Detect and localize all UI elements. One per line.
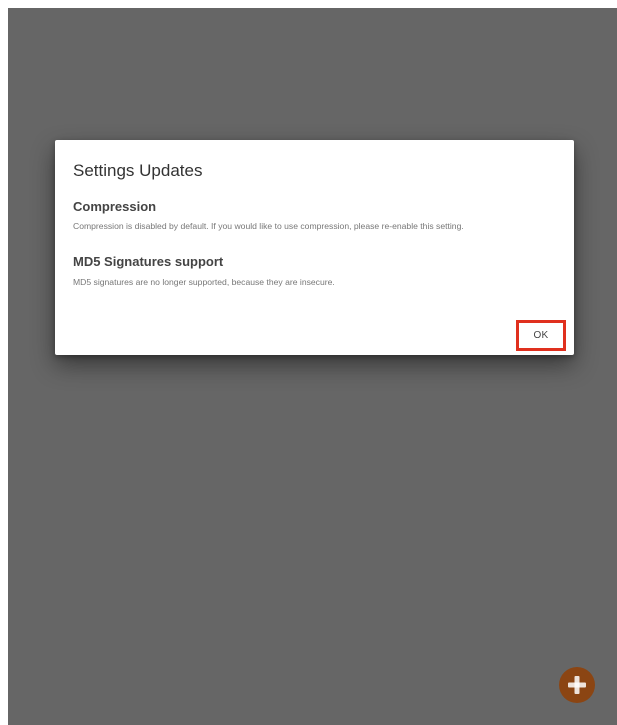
ok-button-highlight: OK: [516, 320, 566, 351]
ok-button[interactable]: OK: [533, 330, 548, 341]
md5-signatures-description: MD5 signatures are no longer supported, …: [73, 277, 335, 287]
compression-description: Compression is disabled by default. If y…: [73, 221, 464, 231]
add-fab-button[interactable]: [559, 667, 595, 703]
compression-heading: Compression: [73, 199, 157, 214]
plus-icon: [568, 676, 586, 694]
md5-signatures-heading: MD5 Signatures support: [73, 254, 224, 269]
dialog-title: Settings Updates: [73, 161, 203, 180]
settings-updates-dialog: Settings Updates Compression Compression…: [55, 140, 574, 355]
app-screen-backdrop: Settings Updates Compression Compression…: [8, 8, 617, 725]
